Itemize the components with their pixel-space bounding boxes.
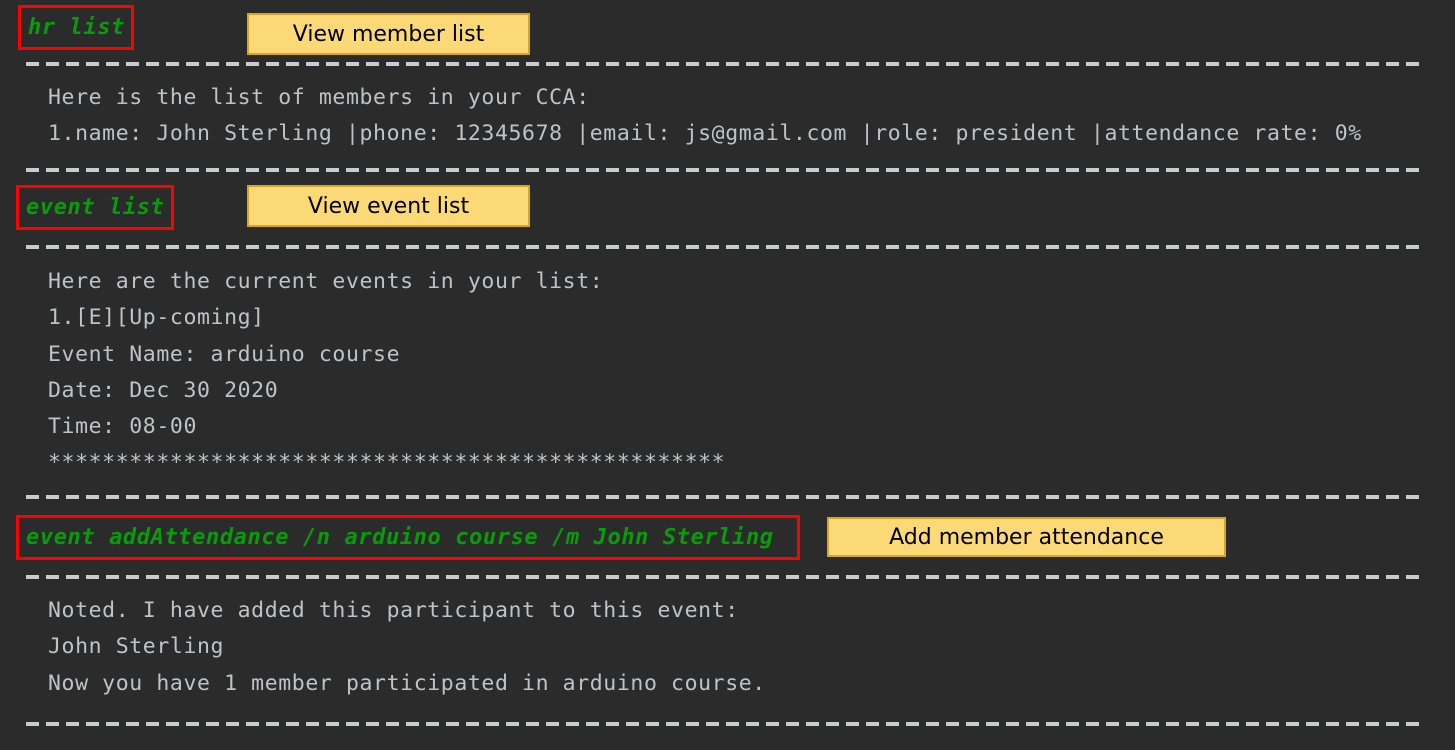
annotation-label: View member list	[292, 21, 485, 47]
separator-line	[26, 62, 1426, 66]
terminal-screen: hr list View member list Here is the lis…	[0, 0, 1455, 750]
output-line: Now you have 1 member participated in ar…	[48, 671, 766, 696]
command-entry-hr-list[interactable]: hr list	[18, 5, 134, 50]
command-entry-add-attendance[interactable]: event addAttendance /n arduino course /m…	[16, 515, 800, 560]
separator-line	[26, 575, 1426, 579]
separator-line	[26, 495, 1426, 499]
output-line: Noted. I have added this participant to …	[48, 598, 739, 623]
command-entry-event-list[interactable]: event list	[16, 185, 174, 230]
output-line: 1.[E][Up-coming]	[48, 305, 265, 330]
annotation-label: View event list	[307, 193, 470, 219]
output-line: 1.name: John Sterling |phone: 12345678 |…	[48, 121, 1362, 146]
separator-line	[26, 245, 1426, 249]
command-text: event list	[26, 195, 165, 220]
command-text: event addAttendance /n arduino course /m…	[26, 525, 774, 550]
output-line: Date: Dec 30 2020	[48, 378, 279, 403]
output-line: Here are the current events in your list…	[48, 269, 604, 294]
output-separator-stars: ****************************************…	[48, 450, 726, 475]
annotation-view-member-list[interactable]: View member list	[247, 13, 530, 55]
output-line: Time: 08-00	[48, 414, 197, 439]
separator-line	[26, 722, 1426, 726]
command-text: hr list	[28, 15, 125, 40]
separator-line	[26, 168, 1426, 172]
annotation-label: Add member attendance	[889, 524, 1164, 550]
output-line: John Sterling	[48, 634, 225, 659]
annotation-add-member-attendance[interactable]: Add member attendance	[827, 517, 1226, 557]
output-line: Event Name: arduino course	[48, 342, 401, 367]
annotation-view-event-list[interactable]: View event list	[247, 185, 530, 227]
output-line: Here is the list of members in your CCA:	[48, 85, 590, 110]
